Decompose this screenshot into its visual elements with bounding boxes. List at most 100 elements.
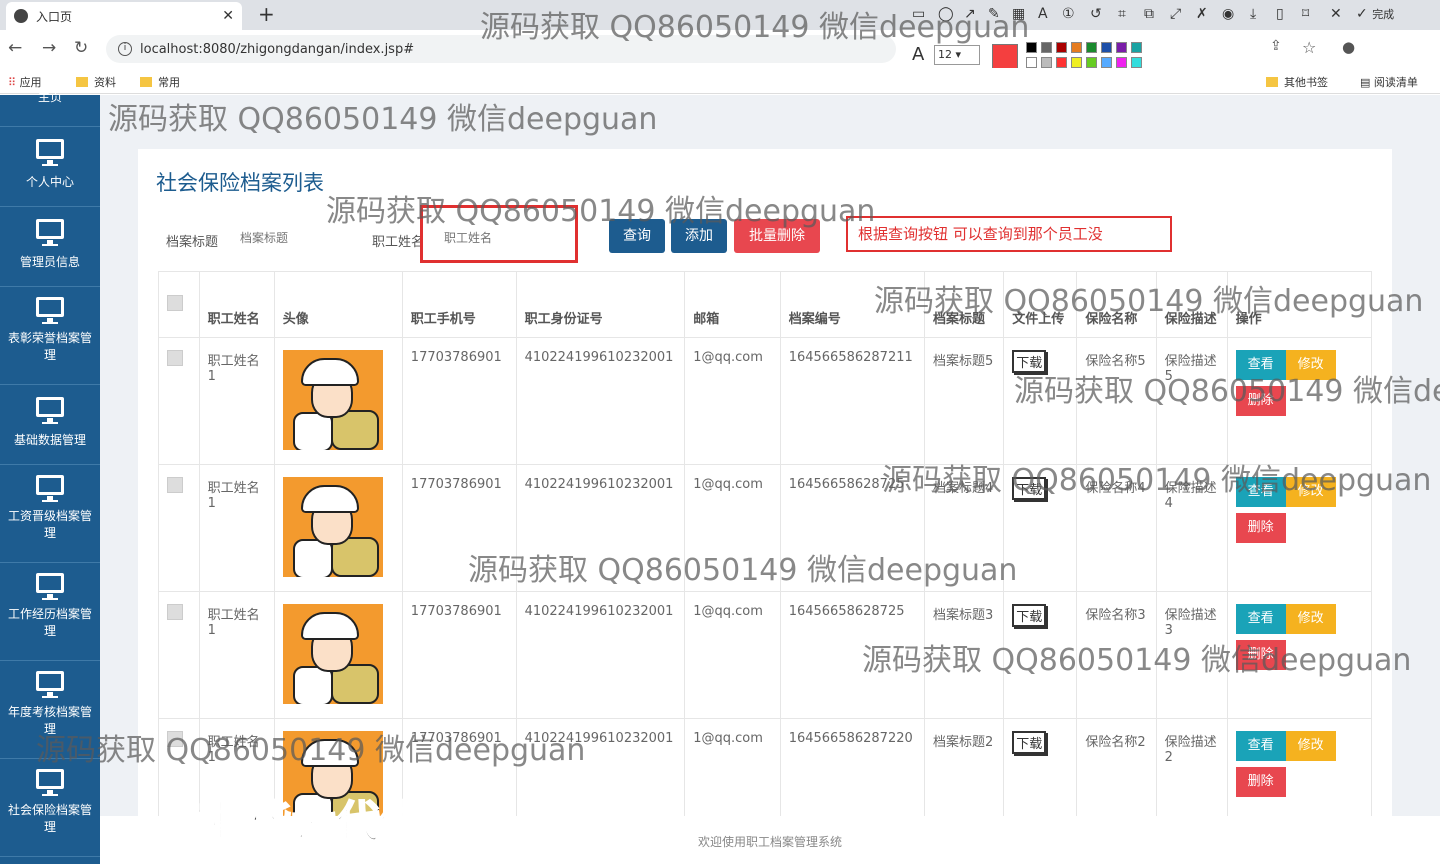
color-swatch[interactable]	[1071, 42, 1082, 53]
col-email: 邮箱	[684, 271, 781, 338]
color-swatch[interactable]	[1101, 42, 1112, 53]
undo-icon[interactable]: ↺	[1090, 6, 1102, 22]
watermark: 源码获取 QQ86050149 微信deepguan	[468, 553, 1018, 588]
font-size-value: 12	[938, 48, 952, 61]
filter-name-label: 职工姓名	[372, 235, 425, 250]
tab-title: 入口页	[36, 9, 73, 24]
color-swatch[interactable]	[1086, 57, 1097, 68]
cancel-icon[interactable]: ✕	[1330, 6, 1342, 22]
profile-icon[interactable]: ●	[1342, 38, 1355, 56]
record-icon[interactable]: ◉	[1222, 6, 1234, 22]
download-icon[interactable]: ⤓	[1250, 6, 1256, 22]
folder-icon	[76, 77, 88, 87]
new-tab-button[interactable]: +	[258, 2, 275, 26]
row-checkbox[interactable]	[167, 477, 183, 493]
monitor-icon	[36, 475, 64, 502]
monitor-icon	[36, 297, 64, 324]
color-swatch[interactable]	[1071, 57, 1082, 68]
browser-tab[interactable]: 入口页 ✕	[6, 2, 242, 30]
font-size-select[interactable]: 12 ▾	[934, 45, 980, 65]
page-title: 社会保险档案列表	[156, 171, 324, 195]
bookmarks-bar: ⠿ 应用 资料 常用 其他书签 ▤ 阅读清单	[0, 68, 1440, 94]
color-swatch[interactable]	[1041, 42, 1052, 53]
reload-icon[interactable]: ↻	[74, 38, 88, 58]
star-icon[interactable]: ☆	[1302, 38, 1316, 57]
sidebar-item-admins[interactable]: 管理员信息	[0, 207, 100, 287]
cell-phone: 17703786901	[401, 591, 517, 719]
avatar-cap	[300, 612, 359, 640]
crop-icon[interactable]: ⌗	[1118, 6, 1126, 22]
select-all-checkbox[interactable]	[167, 294, 183, 311]
text-tool-icon[interactable]: A	[1038, 6, 1048, 22]
color-swatch[interactable]	[1041, 57, 1052, 68]
sidebar-item-home[interactable]: 主页	[0, 89, 100, 127]
color-swatch[interactable]	[1116, 57, 1127, 68]
row-checkbox[interactable]	[167, 350, 183, 366]
pin-icon[interactable]: ✗	[1196, 6, 1208, 22]
delete-button[interactable]: 删除	[1235, 767, 1286, 797]
cell-email: 1@qq.com	[684, 591, 781, 719]
phone-icon[interactable]: ▯	[1276, 6, 1284, 22]
delete-button[interactable]: 删除	[1235, 513, 1286, 543]
bookmark-folder-ziliao[interactable]: 资料	[76, 74, 116, 90]
annotation-note: 根据查询按钮 可以查询到那个员工没	[846, 216, 1172, 252]
color-swatch[interactable]	[1131, 42, 1142, 53]
bookmark-other-label: 其他书签	[1284, 76, 1328, 89]
color-swatch[interactable]	[1026, 57, 1037, 68]
avatar	[282, 350, 383, 450]
done-button[interactable]: ✓ 完成	[1356, 6, 1394, 22]
view-button[interactable]: 查看	[1235, 731, 1286, 761]
cell-phone: 17703786901	[401, 337, 517, 465]
sidebar-item-work-history[interactable]: 工作经历档案管理	[0, 563, 100, 661]
color-swatch[interactable]	[1131, 57, 1142, 68]
expand-icon[interactable]: ⤢	[1170, 6, 1181, 22]
row-checkbox[interactable]	[167, 604, 183, 620]
color-swatch[interactable]	[1056, 57, 1067, 68]
color-swatch[interactable]	[1101, 57, 1112, 68]
cell-name: 职工姓名1	[198, 591, 275, 719]
avatar	[282, 604, 383, 704]
sidebar-item-honor[interactable]: 表彰荣誉档案管理	[0, 287, 100, 385]
info-icon: i	[118, 42, 132, 56]
col-phone: 职工手机号	[401, 271, 517, 338]
bookmark-apps[interactable]: ⠿ 应用	[8, 74, 42, 90]
sidebar-item-basic-data[interactable]: 基础数据管理	[0, 385, 100, 465]
reading-list[interactable]: ▤ 阅读清单	[1360, 74, 1418, 90]
monitor-icon	[36, 769, 64, 796]
color-swatch[interactable]	[1056, 42, 1067, 53]
edit-button[interactable]: 修改	[1285, 731, 1336, 761]
avatar	[282, 477, 383, 577]
sidebar-item-salary[interactable]: 工资晋级档案管理	[0, 465, 100, 563]
download-link[interactable]: 下载	[1012, 604, 1047, 627]
bookmark-folder-changyong[interactable]: 常用	[140, 74, 180, 90]
number-tool-icon[interactable]: ①	[1062, 6, 1075, 22]
avatar-cap	[300, 358, 359, 386]
folder-icon	[140, 77, 152, 87]
url-text: localhost:8080/zhigongdangan/index.jsp#	[140, 41, 415, 57]
col-name: 职工姓名	[198, 271, 275, 338]
cell-name: 职工姓名1	[198, 337, 275, 465]
view-button[interactable]: 查看	[1235, 604, 1286, 634]
cell-name: 职工姓名1	[198, 464, 275, 592]
download-link[interactable]: 下载	[1012, 731, 1047, 754]
current-color-swatch[interactable]	[992, 44, 1018, 70]
watermark: 源码获取 QQ86050149 微信deepguan	[862, 643, 1412, 678]
sidebar-item-label: 工资晋级档案管理	[7, 509, 92, 540]
forward-icon[interactable]: →	[42, 38, 56, 58]
sidebar-item-label: 表彰荣誉档案管理	[7, 331, 92, 362]
watermark: 源码获取 QQ86050149 微信deepguan	[882, 463, 1432, 498]
share-icon[interactable]: ⇪	[1270, 38, 1282, 54]
color-swatch[interactable]	[1116, 42, 1127, 53]
bookmark-icon[interactable]: ⌑	[1302, 6, 1309, 22]
bookmark-other[interactable]: 其他书签	[1266, 74, 1328, 90]
back-icon[interactable]: ←	[8, 38, 22, 58]
color-swatch[interactable]	[1086, 42, 1097, 53]
edit-button[interactable]: 修改	[1285, 604, 1336, 634]
sidebar-item-social-insurance[interactable]: 社会保险档案管理	[0, 759, 100, 857]
copy-icon[interactable]: ⧉	[1144, 6, 1154, 22]
sidebar-item-personal[interactable]: 个人中心	[0, 127, 100, 207]
monitor-icon	[36, 219, 64, 246]
done-label: 完成	[1372, 8, 1395, 21]
table-body: 职工姓名1 17703786901 410224199610232001 1@q…	[158, 337, 1373, 846]
close-tab-icon[interactable]: ✕	[222, 8, 234, 24]
